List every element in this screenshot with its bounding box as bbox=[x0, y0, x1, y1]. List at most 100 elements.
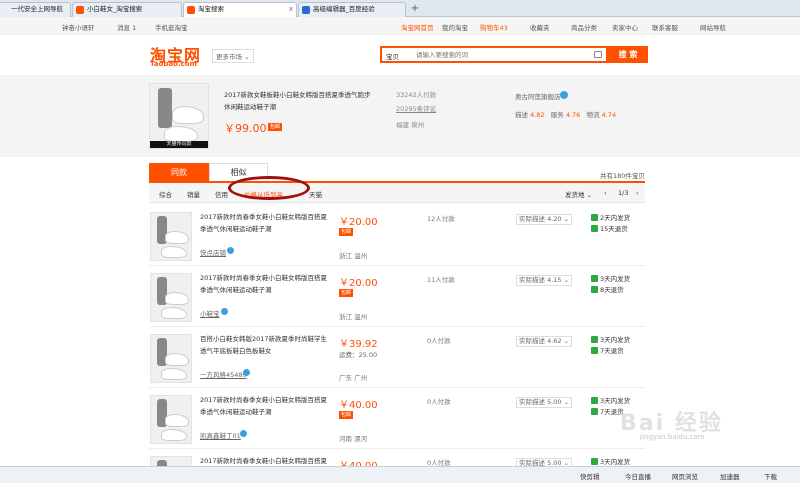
product-title[interactable]: 2017新款时尚春季女鞋小白鞋女韩版百搭夏季透气休闲鞋运动鞋子潮 bbox=[200, 394, 330, 418]
product-location: 广东 广州 bbox=[339, 374, 368, 382]
prev-page-icon[interactable]: ‹ bbox=[604, 189, 607, 197]
live-button[interactable]: 今日直播 bbox=[625, 471, 651, 481]
result-row[interactable]: 2017新款时尚春季女鞋小白鞋女韩版百搭夏季透气休闲鞋运动鞋子潮 快点店铺 ￥2… bbox=[149, 206, 645, 266]
shop-name[interactable]: 一方风格45489 bbox=[200, 369, 247, 379]
service-link[interactable]: 联系客服 bbox=[652, 22, 678, 32]
cart-link[interactable]: 购物车43 bbox=[480, 22, 508, 32]
search-box: 宝贝 bbox=[380, 46, 608, 63]
mobile-link[interactable]: 手机逛淘宝 bbox=[155, 22, 188, 32]
product-title[interactable]: 百搭小白鞋女韩版2017新款夏季时尚鞋学生透气平底板鞋白色板鞋女 bbox=[200, 333, 330, 357]
paid-count: 0人付款 bbox=[427, 459, 451, 466]
product-title[interactable]: 2017新款时尚春季女鞋小白鞋女韩版百搭夏季透气休闲鞋运动鞋子潮 bbox=[200, 272, 330, 296]
sort-sales[interactable]: 销量 bbox=[187, 189, 200, 199]
paid-count: 11人付款 bbox=[427, 276, 455, 284]
browser-tab[interactable]: 高级编辑器_百度经验 bbox=[298, 2, 406, 17]
annotation-circle bbox=[228, 176, 310, 200]
product-title[interactable]: 2017新款时尚春季女鞋小白鞋女韩版百搭夏季透气休闲鞋运动鞋子潮 bbox=[200, 211, 330, 235]
reviews-link[interactable]: 20295条评论 bbox=[396, 103, 436, 113]
search-button[interactable]: 搜 索 bbox=[608, 46, 648, 63]
result-row[interactable]: 2017新款时尚春季女鞋小白鞋女韩版百搭夏季透气休闲鞋运动鞋子潮 凯真鑫鞋丁01… bbox=[149, 389, 645, 449]
return-service: 7天退货 bbox=[591, 345, 624, 355]
my-taobao-link[interactable]: 我的淘宝 bbox=[442, 22, 468, 32]
sitemap-link[interactable]: 网站导航 bbox=[700, 22, 726, 32]
tab-same[interactable]: 同款 bbox=[149, 163, 209, 182]
sort-credit[interactable]: 信用 bbox=[215, 189, 228, 199]
rating-dropdown[interactable]: 实际描述 5.00 ⌄ bbox=[516, 397, 573, 408]
rating-dropdown[interactable]: 实际描述 4.20 ⌄ bbox=[516, 214, 573, 225]
product-price: ￥20.00 bbox=[339, 217, 378, 228]
more-markets-dropdown[interactable]: 更多市场 ⌄ bbox=[212, 49, 254, 63]
home-link[interactable]: 淘宝网首页 bbox=[401, 22, 434, 32]
free-shipping-badge: 包邮 bbox=[339, 228, 354, 236]
product-title[interactable]: 2017新款时尚春季女鞋小白鞋女韩版百搭夏季透气休闲鞋运动鞋子潮 bbox=[200, 455, 330, 466]
result-row[interactable]: 2017新款时尚春季女鞋小白鞋女韩版百搭夏季透气休闲鞋运动鞋子潮 小鞋宝 ￥20… bbox=[149, 267, 645, 327]
service-icon bbox=[591, 347, 598, 354]
user-greeting[interactable]: 钟奋小语轩 bbox=[62, 22, 95, 32]
baidu-favicon-icon bbox=[302, 6, 310, 14]
new-tab-button[interactable]: + bbox=[408, 3, 422, 16]
product-price: ￥40.00 bbox=[339, 400, 378, 411]
rating-dropdown[interactable]: 实际描述 5.00 ⌄ bbox=[516, 458, 573, 466]
ship-from-dropdown[interactable]: 发货地 ⌄ bbox=[565, 189, 592, 199]
quick-clip-button[interactable]: 快剪辑 bbox=[580, 471, 600, 481]
tab-label: 淘宝搜索 bbox=[198, 5, 224, 13]
result-row[interactable]: 百搭小白鞋女韩版2017新款夏季时尚鞋学生透气平底板鞋白色板鞋女 一方风格454… bbox=[149, 328, 645, 388]
browser-tab[interactable]: 一代安全上网导航 bbox=[0, 2, 71, 17]
product-image[interactable] bbox=[150, 273, 192, 322]
free-shipping-badge: 包邮 bbox=[339, 411, 354, 419]
product-image[interactable] bbox=[150, 395, 192, 444]
baidu-watermark-url: jingyan.baidu.com bbox=[640, 433, 705, 441]
browse-button[interactable]: 网页浏览 bbox=[672, 471, 698, 481]
shop-name[interactable]: 奥古阿莲旗舰店 bbox=[515, 91, 561, 101]
wangwang-icon[interactable] bbox=[240, 430, 247, 437]
featured-location: 福建 泉州 bbox=[396, 121, 425, 129]
header: 淘宝网 Taobao.com 更多市场 ⌄ 宝贝 搜 索 bbox=[0, 35, 800, 75]
browser-status-bar: 快剪辑 今日直播 网页浏览 加速器 下载 bbox=[0, 466, 800, 483]
free-shipping-badge: 包邮 bbox=[339, 289, 354, 297]
ship-service: 3天内发货 bbox=[591, 273, 630, 283]
featured-product-title[interactable]: 2017新款女鞋板鞋小白鞋女韩版百搭夏季透气跑步休闲鞋运动鞋子潮 bbox=[224, 89, 374, 113]
sort-tmall[interactable]: 天猫 bbox=[309, 189, 322, 199]
result-row[interactable]: 2017新款时尚春季女鞋小白鞋女韩版百搭夏季透气休闲鞋运动鞋子潮 ￥40.00 … bbox=[149, 450, 645, 466]
categories-link[interactable]: 商品分类 bbox=[571, 22, 597, 32]
ship-service: 3天内发货 bbox=[591, 456, 630, 466]
shop-name[interactable]: 凯真鑫鞋丁01 bbox=[200, 430, 241, 440]
image-caption: 天猫传同款 bbox=[150, 141, 208, 148]
browser-tab[interactable]: 小白鞋女_淘宝搜索 bbox=[72, 2, 182, 17]
page-indicator: 1/3 bbox=[618, 189, 629, 197]
sort-bar: 综合 销量 信用 价格从低到高 天猫 发货地 ⌄ ‹ 1/3 › bbox=[149, 183, 645, 203]
product-image[interactable] bbox=[150, 456, 192, 466]
search-input[interactable] bbox=[416, 48, 586, 61]
shop-name[interactable]: 小鞋宝 bbox=[200, 308, 220, 318]
camera-icon[interactable] bbox=[594, 51, 602, 58]
close-tab-icon[interactable]: x bbox=[289, 3, 293, 16]
sort-default[interactable]: 综合 bbox=[159, 189, 172, 199]
featured-product-price: ￥99.00 bbox=[224, 122, 267, 135]
service-icon bbox=[591, 275, 598, 282]
wangwang-icon[interactable] bbox=[560, 91, 568, 99]
search-scope-select[interactable]: 宝贝 bbox=[386, 51, 399, 61]
rating-dropdown[interactable]: 实际描述 4.62 ⌄ bbox=[516, 336, 573, 347]
shop-name[interactable]: 快点店铺 bbox=[200, 247, 226, 257]
browser-tab-active[interactable]: 淘宝搜索 x bbox=[183, 2, 297, 17]
return-service: 15天退货 bbox=[591, 223, 628, 233]
download-button[interactable]: 下载 bbox=[764, 471, 777, 481]
product-image[interactable] bbox=[150, 212, 192, 261]
wangwang-icon[interactable] bbox=[243, 369, 250, 376]
ship-service: 3天内发货 bbox=[591, 395, 630, 405]
paid-count: 0人付款 bbox=[427, 398, 451, 406]
rating-dropdown[interactable]: 实际描述 4.15 ⌄ bbox=[516, 275, 573, 286]
wangwang-icon[interactable] bbox=[227, 247, 234, 254]
wangwang-icon[interactable] bbox=[221, 308, 228, 315]
seller-center-link[interactable]: 卖家中心 bbox=[612, 22, 638, 32]
messages-link[interactable]: 消息 1 bbox=[117, 22, 136, 32]
featured-product-image[interactable]: 天猫传同款 bbox=[149, 83, 209, 149]
service-icon bbox=[591, 225, 598, 232]
favorites-link[interactable]: 收藏夹 bbox=[530, 22, 550, 32]
paid-count: 33242人付款 bbox=[396, 91, 437, 99]
accelerator-button[interactable]: 加速器 bbox=[720, 471, 740, 481]
shop-ratings: 描述 4.82 服务 4.76 物流 4.74 bbox=[515, 111, 617, 119]
featured-product: 天猫传同款 2017新款女鞋板鞋小白鞋女韩版百搭夏季透气跑步休闲鞋运动鞋子潮 ￥… bbox=[0, 75, 800, 157]
product-image[interactable] bbox=[150, 334, 192, 383]
next-page-icon[interactable]: › bbox=[636, 189, 639, 197]
